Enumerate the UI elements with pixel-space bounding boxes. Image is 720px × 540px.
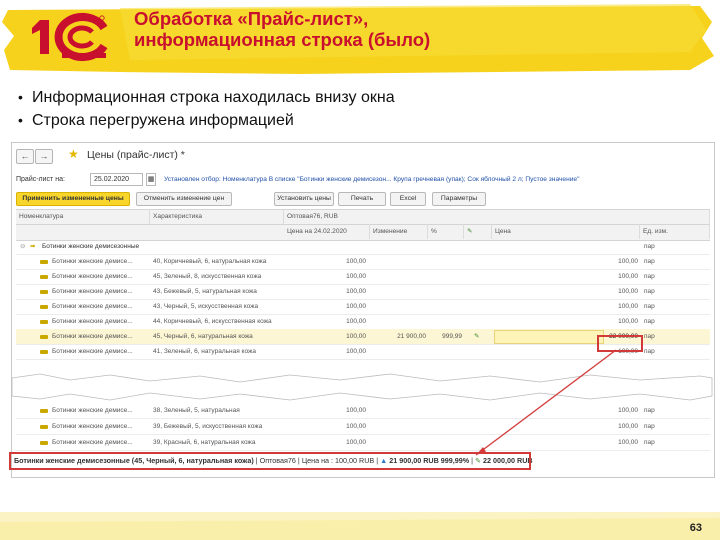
connector-arrow (475, 349, 617, 456)
footer-stripe (0, 512, 720, 540)
page-number: 63 (689, 522, 702, 534)
